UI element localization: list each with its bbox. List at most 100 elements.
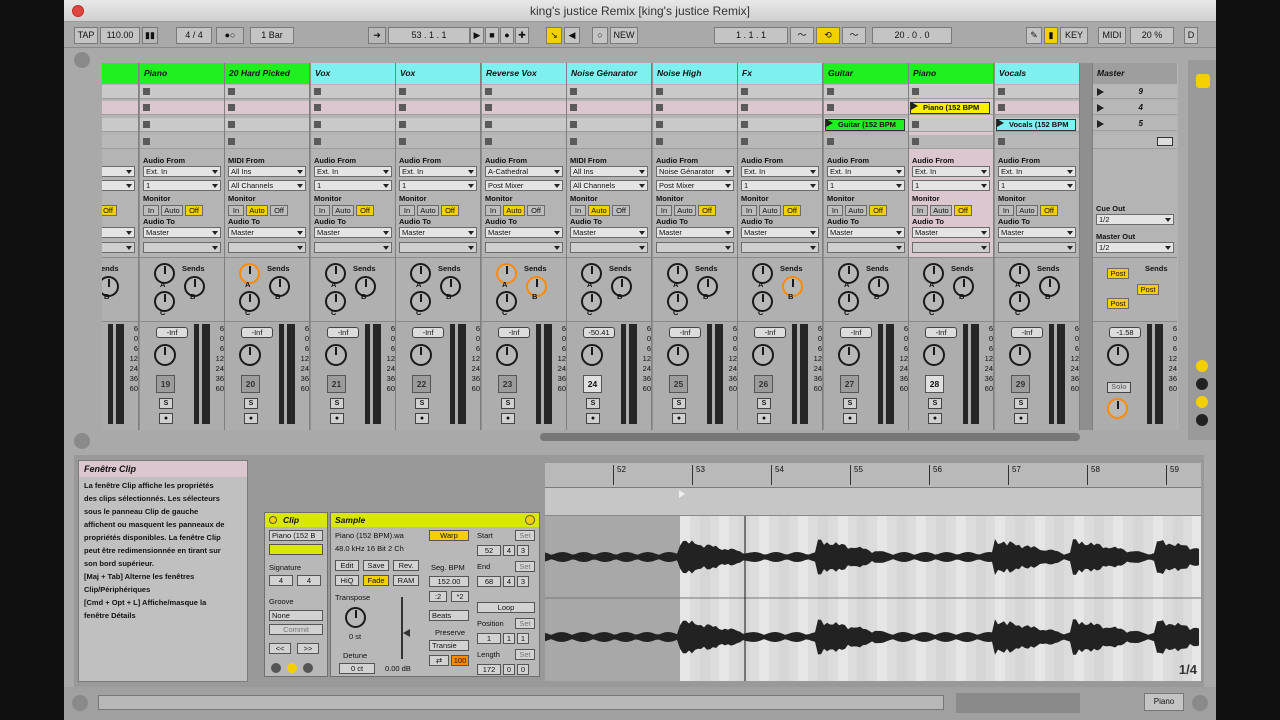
volume-fader-track[interactable] [878, 324, 883, 424]
solo-button[interactable]: S [159, 398, 173, 409]
position-bar[interactable]: 1 [477, 633, 501, 644]
clip-stop-icon[interactable] [399, 104, 406, 111]
sends-toggle-icon[interactable] [1196, 378, 1208, 390]
arm-button[interactable]: ● [672, 413, 686, 424]
clip-stop-icon[interactable] [143, 104, 150, 111]
monitor-in-button[interactable]: In [570, 205, 586, 216]
clip-slot[interactable] [738, 118, 822, 132]
volume-field[interactable]: -Inf [925, 327, 957, 338]
end-set-button[interactable]: Set [515, 561, 535, 572]
clip-stop-icon[interactable] [912, 88, 919, 95]
clip-slot[interactable] [102, 118, 138, 132]
input-channel-select[interactable]: 1 [399, 180, 477, 191]
output-channel-select[interactable] [570, 242, 648, 253]
follow-icon[interactable]: ➜ [368, 27, 386, 44]
scene-launch-icon[interactable] [1097, 104, 1104, 112]
play-icon[interactable]: ▶ [470, 27, 484, 44]
output-channel-select[interactable] [102, 242, 135, 253]
scene-slot[interactable]: 9 [1093, 85, 1177, 99]
clip-play-icon[interactable] [997, 119, 1004, 127]
seg-bpm-field[interactable]: 152.00 [429, 576, 469, 587]
stop-all-clips-icon[interactable] [1157, 137, 1173, 146]
groove-select[interactable]: None [269, 610, 323, 621]
monitor-auto-button[interactable]: Auto [417, 205, 439, 216]
clip-slot[interactable] [567, 101, 651, 115]
loop-start-field[interactable]: 1 . 1 . 1 [714, 27, 788, 44]
solo-button[interactable]: S [843, 398, 857, 409]
stop-clips-icon[interactable] [912, 138, 919, 145]
stop-clips-icon[interactable] [741, 138, 748, 145]
scene-launch-icon[interactable] [1097, 120, 1104, 128]
volume-field[interactable]: -Inf [669, 327, 701, 338]
automation-arm-icon[interactable]: ↘ [546, 27, 562, 44]
monitor-auto-button[interactable]: Auto [930, 205, 952, 216]
end-beat[interactable]: 4 [503, 576, 515, 587]
key-map-button[interactable]: KEY [1060, 27, 1088, 44]
input-type-select[interactable]: All Ins [228, 166, 306, 177]
output-type-select[interactable]: Master [143, 227, 221, 238]
input-type-select[interactable]: Ext. In [314, 166, 392, 177]
ram-button[interactable]: RAM [393, 575, 419, 586]
clip-stop-icon[interactable] [228, 104, 235, 111]
input-type-select[interactable]: Ext. In [399, 166, 477, 177]
warp-button[interactable]: Warp [429, 530, 469, 541]
output-type-select[interactable]: Master [656, 227, 734, 238]
arm-button[interactable]: ● [1014, 413, 1028, 424]
solo-button[interactable]: S [244, 398, 258, 409]
clip-name-field[interactable]: Piano (152 B [269, 530, 323, 541]
envelope-toggle-icon[interactable] [303, 663, 313, 673]
track-name[interactable]: d Road [102, 63, 138, 84]
start-bar[interactable]: 52 [477, 545, 501, 556]
clip-stop-slot[interactable] [140, 135, 224, 149]
volume-fader-track[interactable] [707, 324, 712, 424]
start-marker-icon[interactable] [679, 490, 685, 498]
loop-switch-icon[interactable]: ⟲ [816, 27, 840, 44]
returns-toggle-icon[interactable] [1196, 396, 1208, 408]
clip-stop-icon[interactable] [656, 104, 663, 111]
input-type-select[interactable]: All Ins [570, 166, 648, 177]
clip-slot[interactable] [653, 85, 737, 99]
sample-toggle-icon[interactable] [287, 663, 297, 673]
clip-activator-icon[interactable] [269, 516, 277, 524]
arm-button[interactable]: ● [757, 413, 771, 424]
clip-stop-icon[interactable] [827, 104, 834, 111]
monitor-off-button[interactable]: Off [527, 205, 545, 216]
clip-stop-slot[interactable] [102, 135, 138, 149]
clip-stop-icon[interactable] [741, 104, 748, 111]
monitor-auto-button[interactable]: Auto [332, 205, 354, 216]
session-view-icon[interactable] [1196, 74, 1210, 88]
clip-slot[interactable] [482, 118, 566, 132]
sample-open-icon[interactable] [525, 515, 535, 525]
clip-slot-clip[interactable]: Piano (152 BPM [910, 102, 990, 114]
reverse-button[interactable]: Rev. [393, 560, 419, 571]
monitor-in-button[interactable]: In [827, 205, 843, 216]
track-activator-button[interactable]: 28 [925, 375, 944, 393]
clip-slot[interactable] [102, 101, 138, 115]
track-activator-button[interactable]: 20 [241, 375, 260, 393]
monitor-in-button[interactable]: In [998, 205, 1014, 216]
monitor-off-button[interactable]: Off [783, 205, 801, 216]
monitor-auto-button[interactable]: Auto [1016, 205, 1038, 216]
track-activator-button[interactable]: 29 [1011, 375, 1030, 393]
volume-fader-track[interactable] [1049, 324, 1054, 424]
volume-fader-track[interactable] [621, 324, 626, 424]
double-tempo-button[interactable]: *2 [451, 591, 469, 602]
volume-fader-track[interactable] [194, 324, 199, 424]
monitor-off-button[interactable]: Off [441, 205, 459, 216]
edit-button[interactable]: Edit [335, 560, 359, 571]
clip-stop-icon[interactable] [314, 121, 321, 128]
gain-handle-icon[interactable] [403, 629, 410, 637]
clip-stop-icon[interactable] [741, 121, 748, 128]
stop-clips-icon[interactable] [485, 138, 492, 145]
monitor-auto-button[interactable]: Auto [845, 205, 867, 216]
solo-button[interactable]: S [501, 398, 515, 409]
overview-toggle-icon[interactable] [74, 433, 90, 449]
clip-stop-slot[interactable] [311, 135, 395, 149]
pan-knob[interactable] [923, 344, 945, 366]
start-sixteenth[interactable]: 3 [517, 545, 529, 556]
preserve-select[interactable]: Transie [429, 640, 469, 651]
clip-slot[interactable] [653, 118, 737, 132]
info-toggle-icon[interactable] [72, 695, 88, 711]
input-type-select[interactable]: Ext. In [998, 166, 1076, 177]
back-to-arrangement-icon[interactable]: ◀ [564, 27, 580, 44]
